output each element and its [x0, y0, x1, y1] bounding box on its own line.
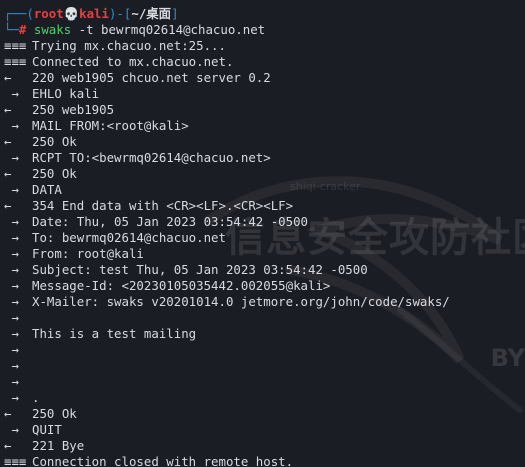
log-line: → — [4, 374, 525, 390]
log-line: → — [4, 358, 525, 374]
prompt-path: ~/桌面 — [131, 6, 172, 21]
status-marker-icon: ≡≡≡ — [4, 38, 27, 53]
log-text: Date: Thu, 05 Jan 2023 03:54:42 -0500 — [32, 214, 309, 229]
arrow-right-icon: → — [4, 230, 19, 245]
log-line: →. — [4, 390, 525, 406]
arrow-left-icon: ← — [4, 70, 12, 85]
log-text: DATA — [32, 182, 62, 197]
log-line: ≡≡≡ Trying mx.chacuo.net:25... — [4, 38, 525, 54]
arrow-left-icon: ← — [4, 102, 12, 117]
terminal-window[interactable]: shiqi-cracker 信息安全攻防社区 BY ┌──(root💀kali)… — [0, 0, 525, 467]
command-args: -t bewrmq02614@chacuo.net — [78, 22, 266, 37]
arrow-left-icon: ← — [4, 166, 12, 181]
log-text: This is a test mailing — [32, 326, 197, 341]
log-line: ≡≡≡ Connection closed with remote host. — [4, 454, 525, 467]
arrow-right-icon: → — [4, 310, 19, 325]
log-text: 354 End data with <CR><LF>.<CR><LF> — [32, 198, 294, 213]
command-name: swaks — [33, 22, 72, 37]
arrow-right-icon: → — [4, 294, 19, 309]
arrow-right-icon: → — [4, 182, 19, 197]
log-line: ← 250 web1905 — [4, 102, 525, 118]
arrow-right-icon: → — [4, 326, 19, 341]
log-text: EHLO kali — [32, 86, 100, 101]
arrow-right-icon: → — [4, 374, 19, 389]
prompt-host: kali — [79, 6, 109, 21]
log-line: → Subject: test Thu, 05 Jan 2023 03:54:42… — [4, 262, 525, 278]
log-text: To: bewrmq02614@chacuo.net — [32, 230, 226, 245]
log-text: Connected to mx.chacuo.net. — [32, 54, 234, 69]
log-text: Message-Id: <20230105035442.002055@kali> — [32, 278, 331, 293]
log-line: → — [4, 342, 525, 358]
status-marker-icon: ≡≡≡ — [4, 454, 27, 467]
log-text: RCPT TO:<bewrmq02614@chacuo.net> — [32, 150, 271, 165]
log-line: → X-Mailer: swaks v20201014.0 jetmore.org… — [4, 294, 525, 310]
log-text: 250 Ok — [32, 134, 77, 149]
log-line: → Message-Id: <20230105035442.002055@kali… — [4, 278, 525, 294]
arrow-right-icon: → — [4, 214, 19, 229]
prompt-line-2: └─# swaks -t bewrmq02614@chacuo.net — [4, 22, 266, 37]
log-line: → EHLO kali — [4, 86, 525, 102]
arrow-right-icon: → — [4, 358, 19, 373]
log-text: X-Mailer: swaks v20201014.0 jetmore.org/… — [32, 294, 450, 309]
log-line: → This is a test mailing — [4, 326, 525, 342]
smtp-log: ≡≡≡ Trying mx.chacuo.net:25... ≡≡≡ Connecte… — [4, 38, 525, 467]
arrow-left-icon: ← — [4, 198, 12, 213]
status-marker-icon: ≡≡≡ — [4, 54, 27, 69]
arrow-left-icon: ← — [4, 134, 12, 149]
arrow-right-icon: → — [4, 342, 19, 357]
log-text: 250 Ok — [32, 406, 77, 421]
arrow-right-icon: → — [4, 150, 19, 165]
log-text: QUIT — [32, 422, 62, 437]
log-text: 250 web1905 — [32, 102, 115, 117]
log-line: ← 220 web1905 chcuo.net server 0.2 — [4, 70, 525, 86]
log-text: 221 Bye — [32, 438, 85, 453]
log-line: → MAIL FROM:<root@kali> — [4, 118, 525, 134]
log-line: ≡≡≡ Connected to mx.chacuo.net. — [4, 54, 525, 70]
skull-icon: 💀 — [63, 6, 80, 21]
log-text: . — [32, 390, 40, 405]
log-text: Trying mx.chacuo.net:25... — [32, 38, 226, 53]
log-text: Subject: test Thu, 05 Jan 2023 03:54:42 … — [32, 262, 368, 277]
prompt-line-1: ┌──(root💀kali)-[~/桌面] — [4, 6, 179, 21]
log-line: → RCPT TO:<bewrmq02614@chacuo.net> — [4, 150, 525, 166]
log-line: → DATA — [4, 182, 525, 198]
log-line: ← 250 Ok — [4, 166, 525, 182]
log-line: → — [4, 310, 525, 326]
prompt-user: root — [33, 6, 64, 21]
log-text: MAIL FROM:<root@kali> — [32, 118, 189, 133]
log-text: 250 Ok — [32, 166, 77, 181]
terminal-output: ┌──(root💀kali)-[~/桌面] └─# swaks -t bewrm… — [4, 6, 525, 467]
log-text: 220 web1905 chcuo.net server 0.2 — [32, 70, 271, 85]
arrow-left-icon: ← — [4, 406, 12, 421]
log-text: Connection closed with remote host. — [32, 454, 294, 467]
log-line: → QUIT — [4, 422, 525, 438]
arrow-right-icon: → — [4, 422, 19, 437]
log-line: ← 250 Ok — [4, 134, 525, 150]
arrow-right-icon: → — [4, 246, 19, 261]
arrow-right-icon: → — [4, 86, 19, 101]
log-line: ← 221 Bye — [4, 438, 525, 454]
log-line: → Date: Thu, 05 Jan 2023 03:54:42 -0500 — [4, 214, 525, 230]
log-line: ← 354 End data with <CR><LF>.<CR><LF> — [4, 198, 525, 214]
arrow-left-icon: ← — [4, 438, 12, 453]
arrow-right-icon: → — [4, 262, 19, 277]
log-line: ← 250 Ok — [4, 406, 525, 422]
arrow-right-icon: → — [4, 118, 19, 133]
log-line: → From: root@kali — [4, 246, 525, 262]
log-line: → To: bewrmq02614@chacuo.net — [4, 230, 525, 246]
log-text: From: root@kali — [32, 246, 144, 261]
arrow-right-icon: → — [4, 278, 19, 293]
arrow-right-icon: → — [4, 390, 19, 405]
